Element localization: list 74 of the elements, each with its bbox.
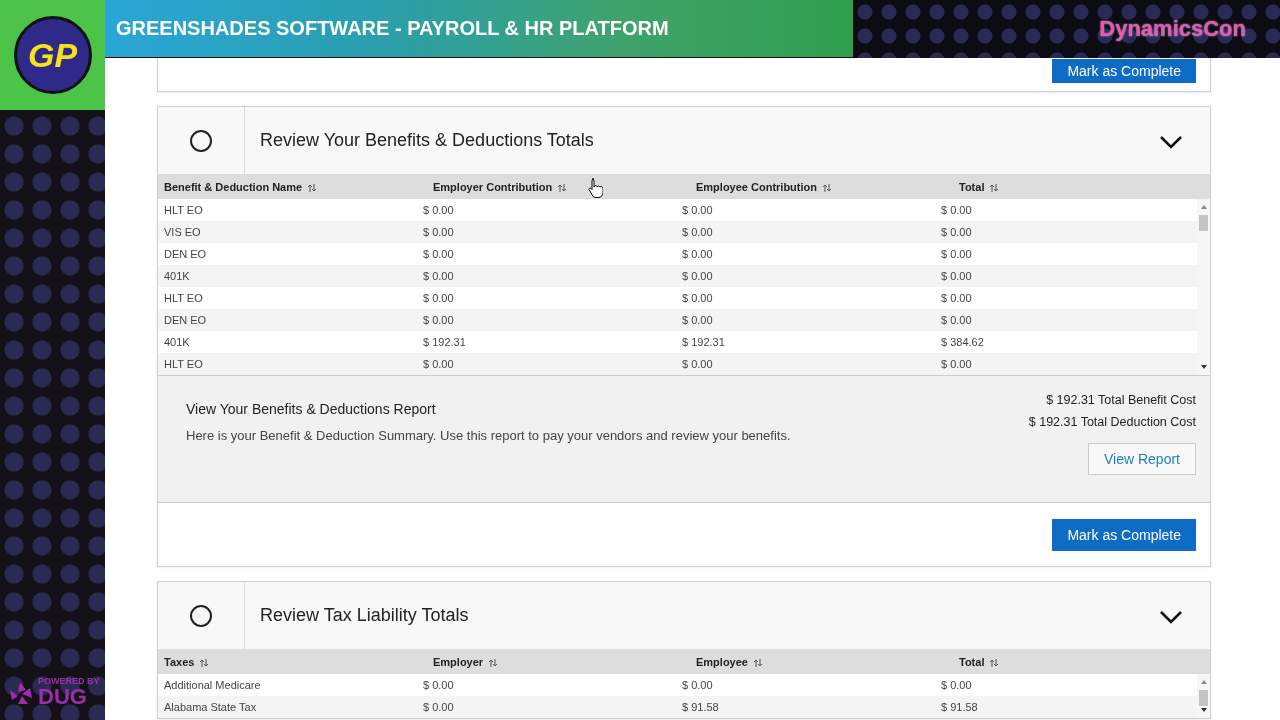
summary-title: View Your Benefits & Deductions Report — [186, 401, 437, 417]
sort-icon — [557, 182, 567, 192]
table-cell-text: $ 0.00 — [940, 270, 973, 282]
logo: DUG — [38, 686, 88, 708]
section-header[interactable]: Review Your Benefits & Deductions Totals — [158, 107, 1210, 175]
sort-icon — [488, 657, 498, 667]
sort-icon — [307, 182, 317, 192]
sort-icon — [989, 657, 999, 667]
mark-complete-button[interactable]: Mark as Complete — [1052, 518, 1196, 551]
table-cell-text: DEN EO — [163, 314, 208, 326]
section-title: Review Your Benefits & Deductions Totals — [260, 130, 595, 151]
table-cell-text: HLT EO — [163, 292, 204, 304]
column-header[interactable]: Employee Contribution — [696, 181, 817, 193]
table-cell-text: $ 0.00 — [940, 292, 973, 304]
sort-icon — [752, 657, 762, 667]
table-cell-text: $ 0.00 — [681, 292, 714, 304]
table-cell-text: $ 0.00 — [422, 248, 455, 260]
table-cell-text: 401K — [163, 270, 191, 282]
table-cell-text: $ 0.00 — [681, 204, 714, 216]
summary-text: Here is your Benefit & Deduction Summary. Use this report to pay your vendors and review your benefits. — [186, 428, 791, 443]
table-cell-text: $ 0.00 — [681, 226, 714, 238]
sort-icon — [199, 657, 209, 667]
logo-caption: POWERED BY — [38, 677, 100, 686]
table-cell-text: $ 91.58 — [681, 701, 720, 713]
logo: GP — [13, 16, 92, 94]
sort-icon — [822, 182, 831, 192]
column-header[interactable]: Benefit & Deduction Name — [164, 181, 303, 193]
logo: DynamicsCon — [1099, 16, 1246, 42]
table-cell-text: $ 384.62 — [940, 336, 985, 348]
view-report-button[interactable]: View Report — [1088, 443, 1196, 475]
table-cell-text: $ 0.00 — [940, 204, 973, 216]
table-cell-text: DEN EO — [163, 248, 208, 260]
total-text: $ 192.31 Total Benefit Cost — [1046, 393, 1196, 407]
table-cell-text: $ 0.00 — [422, 226, 455, 238]
mark-complete-button[interactable]: Mark as Complete — [1052, 59, 1196, 83]
table-cell-text: Additional Medicare — [163, 679, 262, 691]
table-cell-text: $ 0.00 — [940, 314, 973, 326]
banner-title: GREENSHADES SOFTWARE - PAYROLL & HR PLATFORM — [116, 17, 669, 40]
scrollbar[interactable] — [1197, 199, 1210, 375]
table-cell-text: HLT EO — [163, 358, 204, 370]
total-text: $ 192.31 Total Deduction Cost — [1028, 415, 1196, 429]
table-cell-text: $ 0.00 — [681, 270, 714, 282]
table-cell-text: $ 0.00 — [681, 248, 714, 260]
column-header[interactable]: Total — [959, 656, 985, 668]
table-cell-text: HLT EO — [163, 204, 204, 216]
table-cell-text: $ 0.00 — [940, 226, 973, 238]
sort-icon — [989, 182, 999, 192]
table-cell-text: $ 0.00 — [422, 679, 455, 691]
column-header[interactable]: Employer — [433, 656, 484, 668]
table-cell-text: Alabama State Tax — [163, 701, 258, 713]
section-header[interactable]: Review Tax Liability Totals — [158, 582, 1210, 650]
table-cell-text: $ 0.00 — [422, 292, 455, 304]
table-cell-text: $ 0.00 — [940, 248, 973, 260]
column-header[interactable]: Taxes — [164, 656, 195, 668]
table-cell-text: 401K — [163, 336, 191, 348]
table-cell-text: $ 192.31 — [422, 336, 467, 348]
table-cell-text: $ 0.00 — [422, 204, 455, 216]
table-cell-text: $ 0.00 — [940, 679, 973, 691]
table-cell-text: $ 0.00 — [940, 358, 973, 370]
table-cell-text: VIS EO — [163, 226, 202, 238]
scrollbar[interactable] — [1197, 674, 1210, 718]
table-cell-text: $ 0.00 — [681, 679, 714, 691]
column-header[interactable]: Employer Contribution — [433, 181, 553, 193]
table-cell-text: $ 192.31 — [681, 336, 726, 348]
table-cell-text: $ 0.00 — [681, 314, 714, 326]
table-cell-text: $ 0.00 — [422, 358, 455, 370]
column-header[interactable]: Total — [959, 181, 985, 193]
section-title: Review Tax Liability Totals — [260, 605, 470, 626]
table-cell-text: $ 91.58 — [940, 701, 979, 713]
table-cell-text: $ 0.00 — [681, 358, 714, 370]
table-cell-text: $ 0.00 — [422, 314, 455, 326]
column-header[interactable]: Employee — [696, 656, 748, 668]
table-cell-text: $ 0.00 — [422, 270, 455, 282]
table-cell-text: $ 0.00 — [422, 701, 455, 713]
